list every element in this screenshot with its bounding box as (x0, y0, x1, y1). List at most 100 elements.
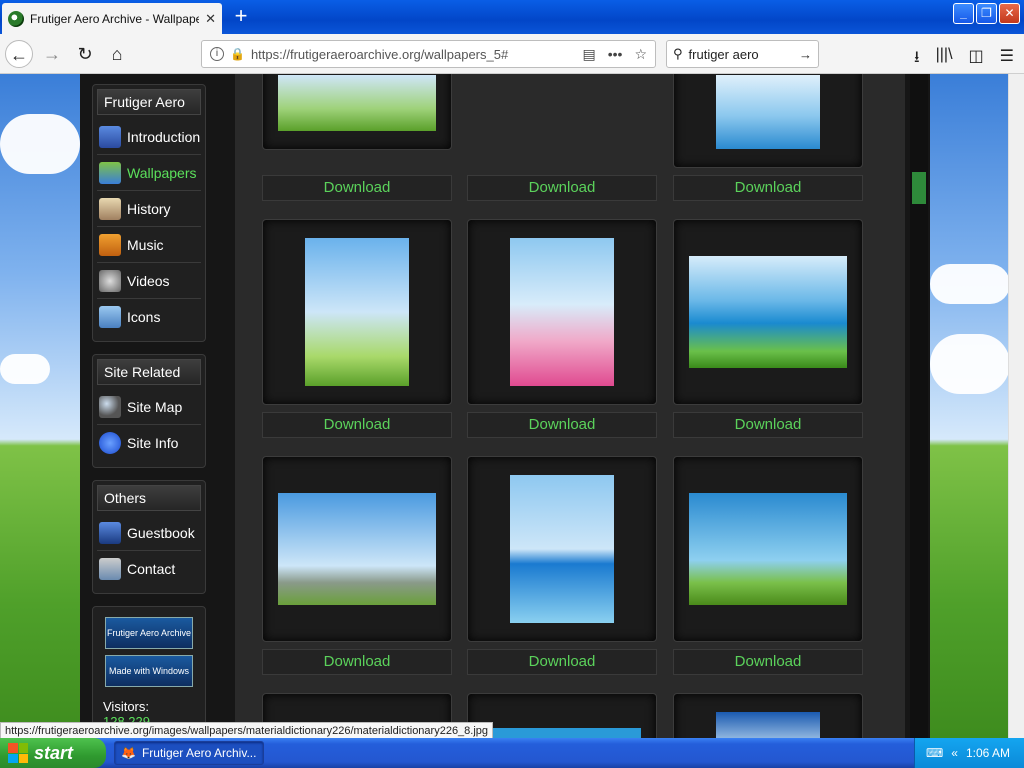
contact-icon (99, 558, 121, 580)
sidebar-item-wallpapers[interactable]: Wallpapers (97, 155, 201, 191)
library-icon[interactable]: |||\ (936, 46, 953, 73)
wallpaper-card[interactable] (467, 456, 657, 642)
made-with-windows-badge[interactable]: Made with Windows (105, 655, 193, 687)
wallpaper-card[interactable] (673, 74, 863, 168)
info-icon[interactable]: i (210, 47, 224, 61)
site-page: Frutiger Aero Introduction Wallpapers Hi… (80, 74, 930, 738)
new-tab-button[interactable]: + (228, 3, 254, 29)
home-button[interactable]: ⌂ (103, 40, 131, 68)
page-actions-icon[interactable]: ••• (608, 46, 623, 63)
wallpaper-card[interactable] (262, 74, 452, 150)
sidebar-item-label: Wallpapers (127, 164, 197, 181)
url-text[interactable]: https://frutigeraeroarchive.org/wallpape… (251, 47, 577, 62)
minimize-button[interactable]: _ (953, 3, 974, 24)
browser-titlebar: Frutiger Aero Archive - Wallpapers ✕ + _… (0, 0, 1024, 34)
download-button[interactable]: Download (673, 175, 863, 201)
start-button[interactable]: start (0, 738, 106, 768)
sidebar-section-title: Site Related (97, 359, 201, 385)
sidebar-section-title: Others (97, 485, 201, 511)
sidebar-item-icons[interactable]: Icons (97, 299, 201, 335)
guestbook-icon (99, 521, 121, 544)
search-icon: ⚲ (673, 46, 683, 61)
wallpaper-thumbnail[interactable] (305, 238, 409, 386)
download-button[interactable]: Download (673, 412, 863, 438)
wallpaper-card[interactable] (673, 456, 863, 642)
forward-button[interactable]: → (38, 40, 66, 68)
wallpaper-card[interactable] (262, 219, 452, 405)
wallpaper-card[interactable] (467, 693, 657, 738)
wallpaper-gallery: Download Download Download Download Down… (235, 74, 905, 738)
windows-flag-icon (8, 743, 28, 763)
maximize-button[interactable]: ❐ (976, 3, 997, 24)
page-viewport: Frutiger Aero Introduction Wallpapers Hi… (0, 74, 1024, 738)
navigation-toolbar: ← → ↻ ⌂ i 🔒 https://frutigeraeroarchive.… (0, 34, 1024, 74)
sidebar-item-label: Site Info (127, 435, 179, 451)
frutiger-aero-archive-badge[interactable]: Frutiger Aero Archive (105, 617, 193, 649)
reader-view-icon[interactable]: ▤ (582, 46, 595, 63)
download-button[interactable]: Download (467, 412, 657, 438)
wallpaper-thumbnail[interactable] (689, 493, 847, 605)
close-tab-icon[interactable]: ✕ (205, 11, 216, 27)
sidebar-item-videos[interactable]: Videos (97, 263, 201, 299)
wallpaper-thumbnail[interactable] (278, 493, 436, 605)
taskbar: start 🦊 Frutiger Aero Archiv... ⌨ « 1:06… (0, 738, 1024, 768)
sidebar-item-introduction[interactable]: Introduction (97, 119, 201, 155)
wallpaper-thumbnail[interactable] (278, 75, 436, 131)
wallpaper-thumbnail[interactable] (483, 728, 641, 738)
taskbar-firefox-window[interactable]: 🦊 Frutiger Aero Archiv... (114, 741, 264, 765)
back-button[interactable]: ← (5, 40, 33, 68)
wallpaper-card[interactable] (673, 219, 863, 405)
firefox-icon: 🦊 (121, 746, 136, 760)
film-icon (99, 269, 121, 292)
sidebar-item-label: Contact (127, 561, 176, 577)
sidebar-item-site-info[interactable]: Site Info (97, 425, 201, 461)
clock[interactable]: 1:06 AM (966, 746, 1010, 760)
download-button[interactable]: Download (467, 175, 657, 201)
wallpaper-thumbnail[interactable] (716, 75, 820, 149)
reload-button[interactable]: ↻ (71, 40, 99, 68)
magnifier-icon (99, 395, 121, 418)
system-tray: ⌨ « 1:06 AM (914, 738, 1024, 768)
address-bar[interactable]: i 🔒 https://frutigeraeroarchive.org/wall… (201, 40, 656, 68)
sidebar-section-frutiger-aero: Frutiger Aero Introduction Wallpapers Hi… (92, 84, 206, 342)
page-scroll-thumb[interactable] (912, 172, 926, 204)
page-scrollbar[interactable] (910, 74, 928, 738)
close-window-button[interactable]: ✕ (999, 3, 1020, 24)
sidebar-item-music[interactable]: Music (97, 227, 201, 263)
bookmark-star-icon[interactable]: ☆ (634, 46, 647, 63)
browser-scrollbar[interactable] (1008, 74, 1024, 738)
site-favicon-icon (8, 10, 24, 27)
download-button[interactable]: Download (262, 175, 452, 201)
lock-icon[interactable]: 🔒 (230, 47, 245, 61)
sidebar-item-label: Introduction (127, 128, 201, 145)
sidebar-item-history[interactable]: History (97, 191, 201, 227)
download-button[interactable]: Download (673, 649, 863, 675)
site-sidebar: Frutiger Aero Introduction Wallpapers Hi… (92, 84, 206, 738)
wallpaper-thumbnail[interactable] (689, 256, 847, 368)
menu-icon[interactable]: ☰ (1000, 46, 1014, 73)
tray-expand-icon[interactable]: « (951, 746, 958, 760)
keyboard-icon[interactable]: ⌨ (926, 746, 943, 760)
sidebar-item-label: Guestbook (127, 524, 195, 541)
sidebar-item-contact[interactable]: Contact (97, 551, 201, 587)
search-box[interactable]: ⚲ frutiger aero → (666, 40, 819, 68)
sidebar-item-guestbook[interactable]: Guestbook (97, 515, 201, 551)
wallpaper-thumbnail[interactable] (716, 712, 820, 738)
wallpaper-icon (99, 161, 121, 184)
sidebar-item-site-map[interactable]: Site Map (97, 389, 201, 425)
taskbar-window-title: Frutiger Aero Archiv... (141, 746, 257, 760)
download-button[interactable]: Download (262, 412, 452, 438)
search-input[interactable]: frutiger aero (689, 47, 793, 62)
wallpaper-thumbnail[interactable] (510, 238, 614, 386)
download-button[interactable]: Download (467, 649, 657, 675)
downloads-icon[interactable]: ⭳ (914, 46, 920, 73)
download-button[interactable]: Download (262, 649, 452, 675)
wallpaper-card[interactable] (467, 219, 657, 405)
sidebar-toggle-icon[interactable]: ◫ (969, 46, 984, 73)
wallpaper-card[interactable] (262, 456, 452, 642)
wallpaper-thumbnail[interactable] (510, 475, 614, 623)
search-go-icon[interactable]: → (799, 47, 812, 62)
book-icon (99, 125, 121, 148)
browser-tab[interactable]: Frutiger Aero Archive - Wallpapers ✕ (2, 3, 222, 34)
wallpaper-card[interactable] (673, 693, 863, 738)
